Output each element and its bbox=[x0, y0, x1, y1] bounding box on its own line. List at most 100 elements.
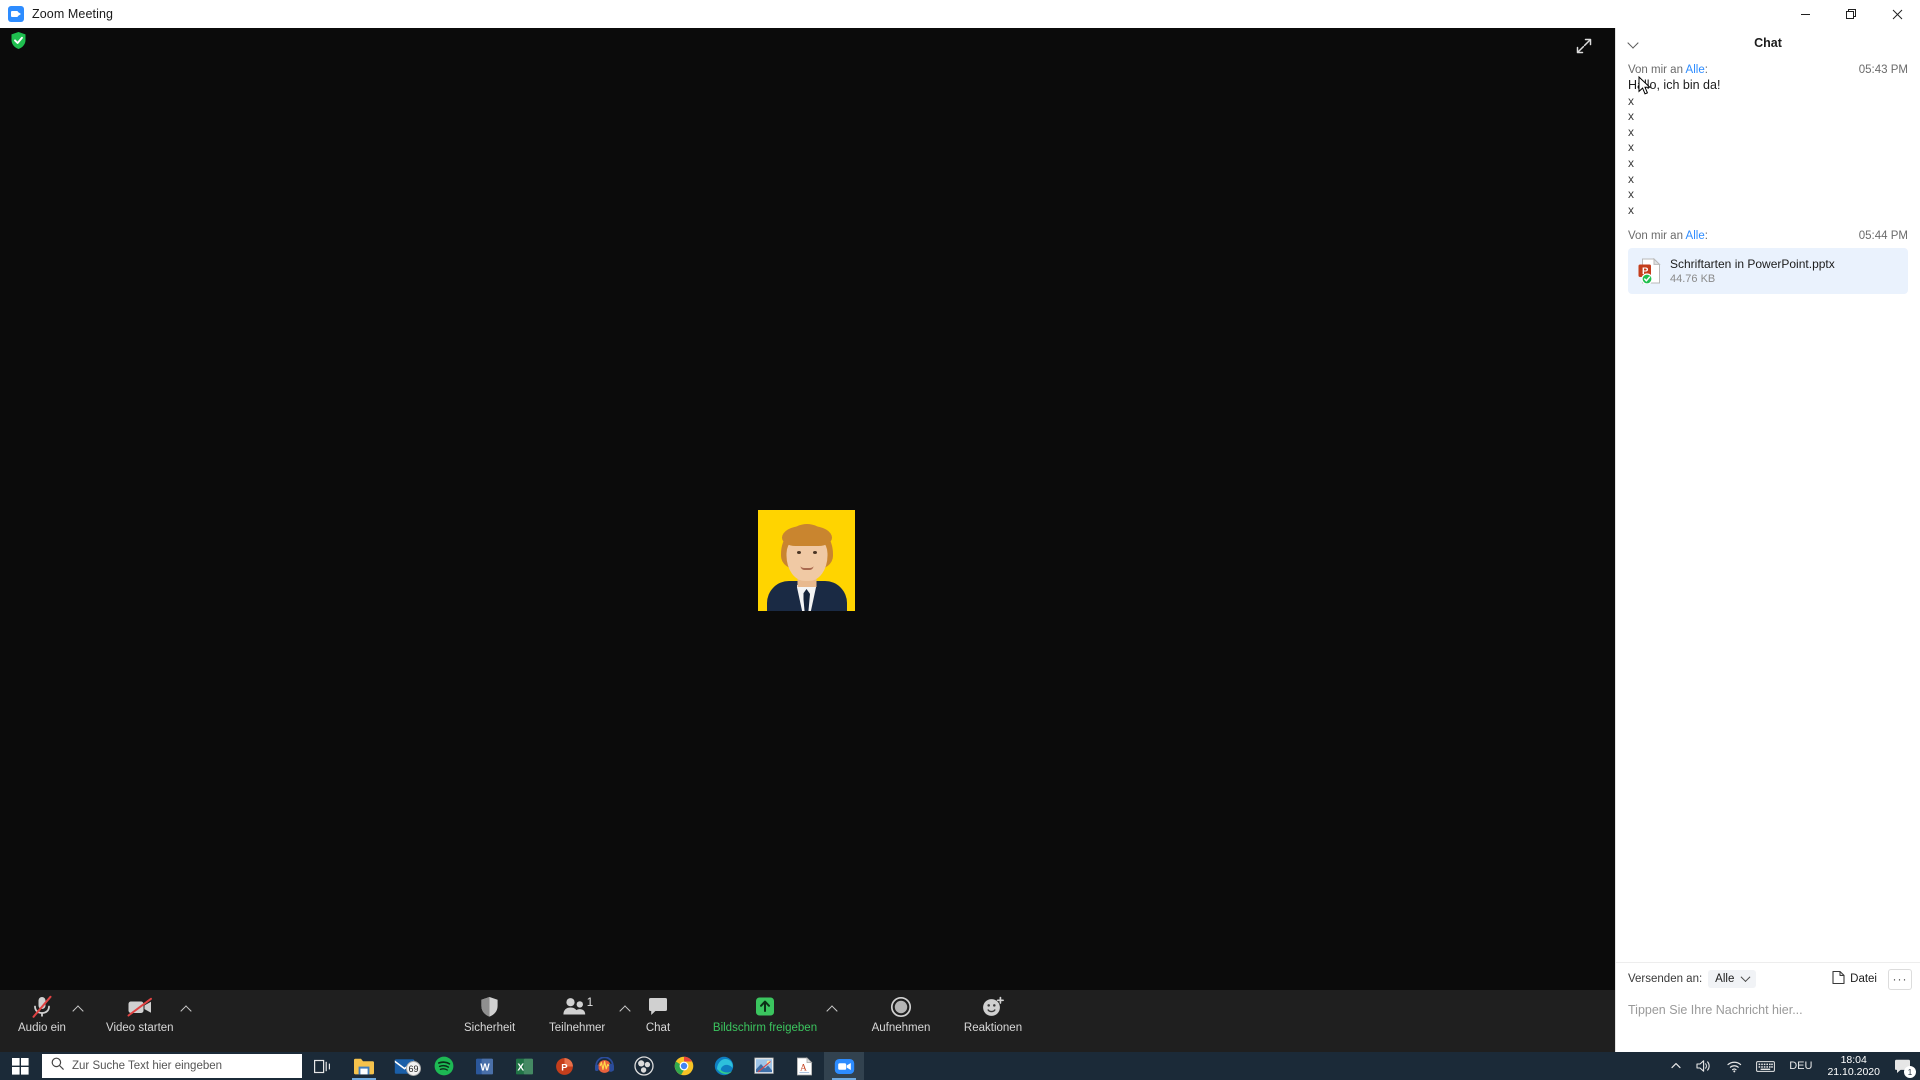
chat-message-line: x bbox=[1628, 93, 1634, 108]
record-button[interactable]: Aufnehmen bbox=[865, 990, 937, 1037]
chat-message-line: x bbox=[1628, 155, 1634, 170]
image-icon bbox=[754, 1057, 774, 1074]
taskbar-app-spotify[interactable] bbox=[424, 1052, 464, 1080]
zoom-video-icon bbox=[834, 1058, 854, 1074]
taskbar-app-word[interactable]: W bbox=[464, 1052, 504, 1080]
taskbar-app-powerpoint[interactable]: P bbox=[544, 1052, 584, 1080]
taskbar-app-file-explorer[interactable] bbox=[344, 1052, 384, 1080]
keyboard-icon[interactable] bbox=[1749, 1052, 1782, 1080]
participant-video-tile[interactable] bbox=[758, 510, 855, 611]
window-title-bar: Zoom Meeting bbox=[0, 0, 1920, 28]
participants-control-group: 1 Teilnehmer bbox=[543, 990, 633, 1037]
system-tray: DEU 18:04 21.10.2020 1 bbox=[1663, 1052, 1920, 1080]
toggle-audio-button[interactable]: Audio ein bbox=[12, 990, 72, 1037]
wifi-icon[interactable] bbox=[1719, 1052, 1749, 1080]
chevron-down-icon[interactable] bbox=[1624, 35, 1642, 53]
microphone-muted-icon bbox=[31, 995, 53, 1019]
taskbar-app-font-viewer[interactable]: A bbox=[784, 1052, 824, 1080]
chat-panel-header: Chat bbox=[1616, 28, 1920, 58]
taskbar-app-audacity[interactable] bbox=[584, 1052, 624, 1080]
chat-file-name: Schriftarten in PowerPoint.pptx bbox=[1670, 257, 1835, 272]
participants-button[interactable]: 1 Teilnehmer bbox=[543, 990, 611, 1037]
taskbar-app-excel[interactable]: X bbox=[504, 1052, 544, 1080]
speaker-icon[interactable] bbox=[1689, 1052, 1719, 1080]
taskbar-app-edge[interactable] bbox=[704, 1052, 744, 1080]
chat-file-attachment[interactable]: P Schriftarten in PowerPoint.pptx 44.76 … bbox=[1628, 248, 1908, 295]
attach-file-button[interactable]: Datei bbox=[1827, 967, 1882, 991]
participants-count: 1 bbox=[586, 997, 594, 1009]
audio-control-group: Audio ein bbox=[12, 990, 86, 1037]
chat-message-line: x bbox=[1628, 124, 1634, 139]
toggle-chat-button[interactable]: Chat bbox=[630, 990, 686, 1037]
taskbar-app-obs-studio[interactable] bbox=[624, 1052, 664, 1080]
chevron-up-icon[interactable] bbox=[1663, 1052, 1689, 1080]
audio-options-caret[interactable] bbox=[70, 1000, 86, 1018]
chat-message-body: Hallo, ich bin da! bbox=[1628, 78, 1721, 92]
close-button[interactable] bbox=[1874, 0, 1920, 28]
windows-start-icon[interactable] bbox=[0, 1052, 40, 1080]
chat-control-group: Chat bbox=[630, 990, 686, 1037]
window-controls bbox=[1782, 0, 1920, 28]
window-title: Zoom Meeting bbox=[32, 7, 114, 21]
audio-label: Audio ein bbox=[18, 1022, 66, 1034]
enter-fullscreen-button[interactable] bbox=[1571, 33, 1597, 59]
taskbar-search-placeholder: Zur Suche Text hier eingeben bbox=[72, 1060, 223, 1072]
language-indicator[interactable]: DEU bbox=[1782, 1052, 1819, 1080]
share-screen-button[interactable]: Bildschirm freigeben bbox=[700, 990, 830, 1037]
minimize-button[interactable] bbox=[1782, 0, 1828, 28]
chat-message-input[interactable] bbox=[1616, 995, 1920, 1047]
toggle-video-button[interactable]: Video starten bbox=[100, 990, 180, 1037]
powerpoint-icon: P bbox=[555, 1057, 573, 1075]
video-options-caret[interactable] bbox=[178, 1000, 194, 1018]
video-camera-off-icon bbox=[127, 995, 153, 1019]
folder-icon bbox=[354, 1058, 374, 1074]
chat-message-line: x bbox=[1628, 202, 1634, 217]
avatar-eye-right bbox=[813, 551, 817, 554]
taskbar-clock[interactable]: 18:04 21.10.2020 bbox=[1819, 1052, 1888, 1080]
chat-message-sender: Von mir an Alle: bbox=[1628, 64, 1708, 76]
chat-panel: Chat Von mir an Alle: 05:43 PM Hallo, ic… bbox=[1615, 28, 1920, 1052]
chat-label: Chat bbox=[645, 1022, 671, 1034]
chat-send-row: Versenden an: Alle Datei ··· bbox=[1616, 963, 1920, 995]
task-view-icon[interactable] bbox=[302, 1052, 344, 1080]
chat-composer: Versenden an: Alle Datei ··· bbox=[1616, 962, 1920, 1052]
taskbar-app-chrome[interactable] bbox=[664, 1052, 704, 1080]
chat-message-line: x bbox=[1628, 140, 1634, 155]
share-options-caret[interactable] bbox=[824, 1000, 840, 1018]
taskbar-search-input[interactable]: Zur Suche Text hier eingeben bbox=[42, 1054, 302, 1078]
meeting-controls-toolbar: Audio ein Video starten Sicherheit 1 Tei… bbox=[0, 990, 1615, 1052]
send-to-dropdown[interactable]: Alle bbox=[1708, 970, 1757, 988]
edge-icon bbox=[714, 1056, 734, 1076]
send-to-label: Versenden an: bbox=[1628, 973, 1703, 985]
zoom-icon bbox=[8, 6, 24, 22]
smiley-plus-icon bbox=[981, 995, 1005, 1019]
reactions-button[interactable]: Reaktionen bbox=[955, 990, 1031, 1037]
svg-text:P: P bbox=[561, 1062, 568, 1073]
search-icon bbox=[51, 1057, 64, 1075]
word-icon: W bbox=[475, 1058, 493, 1074]
security-button[interactable]: Sicherheit bbox=[458, 990, 521, 1037]
chat-more-options-button[interactable]: ··· bbox=[1888, 968, 1912, 990]
share-screen-arrow-icon bbox=[753, 995, 777, 1019]
chat-message-list[interactable]: Von mir an Alle: 05:43 PM Hallo, ich bin… bbox=[1616, 58, 1920, 962]
obs-icon bbox=[634, 1056, 654, 1076]
taskbar-app-photo-editor[interactable] bbox=[744, 1052, 784, 1080]
maximize-button[interactable] bbox=[1828, 0, 1874, 28]
document-a-icon: A bbox=[796, 1056, 813, 1075]
security-control-group: Sicherheit bbox=[458, 990, 521, 1037]
notification-count-badge: 1 bbox=[1904, 1066, 1916, 1078]
taskbar-app-zoom[interactable] bbox=[824, 1052, 864, 1080]
mail-unread-badge: 69 bbox=[406, 1061, 421, 1076]
action-center-icon[interactable]: 1 bbox=[1888, 1052, 1920, 1080]
security-label: Sicherheit bbox=[464, 1022, 516, 1034]
chat-message-header: Von mir an Alle: 05:44 PM bbox=[1628, 230, 1908, 242]
green-shield-check-icon bbox=[10, 31, 27, 50]
meeting-video-stage: Tobias Becker bbox=[0, 28, 1615, 1027]
chat-panel-title: Chat bbox=[1754, 36, 1782, 50]
chrome-icon bbox=[674, 1056, 694, 1076]
reactions-control-group: Reaktionen bbox=[955, 990, 1031, 1037]
windows-taskbar: Zur Suche Text hier eingeben 69 W X P A … bbox=[0, 1052, 1920, 1080]
taskbar-app-mail[interactable]: 69 bbox=[384, 1052, 424, 1080]
chat-message: Von mir an Alle: 05:43 PM Hallo, ich bin… bbox=[1628, 64, 1908, 218]
avatar-fringe bbox=[781, 526, 832, 546]
